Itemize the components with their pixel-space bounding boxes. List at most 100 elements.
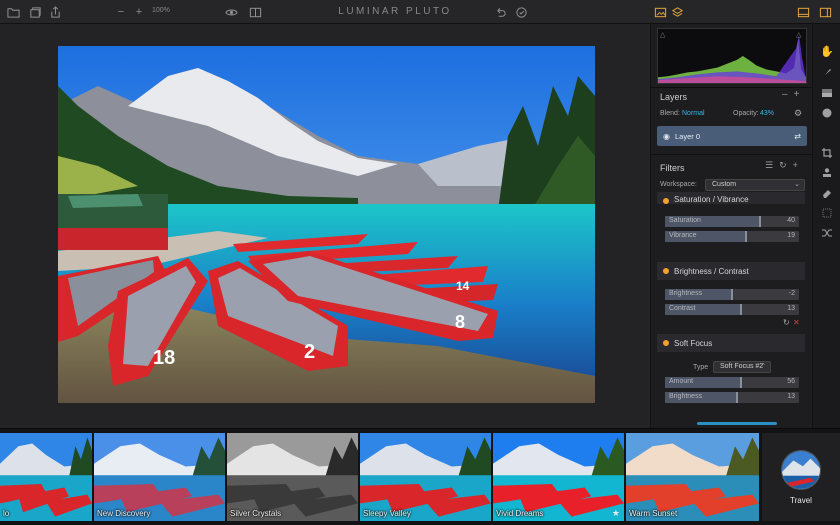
preset-thumbnail[interactable]: lo — [0, 433, 92, 521]
workspace-value: Custom — [712, 181, 737, 188]
slider-label: Vibrance — [669, 232, 697, 239]
opacity-label: Opacity: — [733, 110, 759, 117]
crop-tool-icon[interactable] — [820, 146, 834, 160]
type-value: Soft Focus #2 — [720, 363, 764, 370]
photo-preview[interactable]: 18 2 8 14 — [58, 46, 595, 403]
top-toolbar: − + 100% LUMINAR PLUTO — [0, 0, 840, 24]
sidebar-toggle-icon[interactable] — [818, 5, 832, 19]
brightness-slider[interactable]: Brightness -2 — [665, 289, 799, 300]
preset-thumbnail[interactable]: Vivid Dreams ★ — [493, 433, 624, 521]
filter-title: Soft Focus — [674, 338, 713, 348]
filters-actions: ☰ ↻ + — [765, 160, 798, 171]
preset-label: Vivid Dreams — [496, 509, 544, 518]
hand-tool-icon[interactable]: ✋ — [820, 44, 834, 58]
panel-toggle-icon[interactable] — [796, 5, 810, 19]
slider-label: Brightness — [669, 393, 703, 400]
open-folder-icon[interactable] — [6, 5, 20, 19]
soft-focus-type-select[interactable]: Soft Focus #2 ⌃ — [713, 361, 771, 373]
filter-brightness-contrast[interactable]: Brightness / Contrast — [657, 262, 805, 280]
svg-text:△: △ — [660, 31, 666, 39]
layers-toggle-icon[interactable] — [670, 5, 684, 19]
gradient-tool-icon[interactable] — [820, 86, 834, 100]
filter-soft-focus[interactable]: Soft Focus — [657, 334, 805, 352]
filter-title: Brightness / Contrast — [674, 266, 749, 276]
opacity-value[interactable]: 43% — [760, 110, 774, 117]
slider-knob[interactable] — [745, 231, 748, 242]
thumbnail-image — [227, 433, 358, 521]
preset-label: Silver Crystals — [230, 509, 282, 518]
panel-scrollbar[interactable] — [697, 422, 777, 425]
layer-name: Layer 0 — [674, 131, 701, 141]
vibrance-slider[interactable]: Vibrance 19 — [665, 231, 799, 242]
noise-tool-icon[interactable] — [820, 206, 834, 220]
visibility-eye-icon[interactable]: ◉ — [663, 132, 670, 141]
slider-knob[interactable] — [740, 304, 743, 315]
presets-list-icon[interactable]: ☰ — [765, 160, 773, 171]
adjustments-panel: △ △ Layers – + Blend: Normal Opacity: 43… — [650, 24, 813, 428]
preset-thumbnail[interactable]: Warm Sunset — [626, 433, 759, 521]
slider-knob[interactable] — [730, 289, 733, 300]
thumbnail-image — [0, 433, 92, 521]
batch-icon[interactable] — [28, 5, 42, 19]
slider-value: 56 — [787, 378, 795, 385]
chevron-down-icon: ⌄ — [794, 181, 800, 188]
preset-category-travel[interactable]: Travel — [762, 433, 840, 521]
filter-active-dot — [663, 198, 669, 204]
preset-label: New Discovery — [97, 509, 151, 518]
svg-text:18: 18 — [153, 347, 175, 369]
blend-mode-value[interactable]: Normal — [682, 110, 705, 117]
remove-filter-icon[interactable]: ✕ — [793, 318, 800, 327]
brush-tool-icon[interactable] — [820, 66, 834, 80]
thumbnail-image — [626, 433, 759, 521]
transform-tool-icon[interactable] — [820, 226, 834, 240]
add-layer-icon[interactable]: + — [794, 89, 800, 100]
preview-eye-icon[interactable] — [224, 5, 238, 19]
chevron-down-icon: ⌃ — [760, 363, 766, 370]
type-label: Type — [693, 364, 709, 371]
zoom-level[interactable]: 100% — [152, 7, 170, 14]
thumbnail-image — [94, 433, 225, 521]
favorite-star-icon[interactable]: ★ — [612, 508, 620, 519]
image-canvas[interactable]: 18 2 8 14 — [0, 24, 650, 428]
slider-knob[interactable] — [758, 216, 761, 227]
layer-options-icon[interactable]: ⇄ — [794, 132, 801, 141]
layers-actions: – + — [782, 89, 799, 100]
presets-filmstrip: lo New Discovery Silver Crystals Sleepy … — [0, 428, 840, 525]
filter-active-dot — [663, 268, 669, 274]
filter-active-dot — [663, 340, 669, 346]
add-filter-icon[interactable]: + — [793, 160, 798, 171]
history-icon[interactable] — [514, 5, 528, 19]
category-label: Travel — [790, 495, 812, 505]
zoom-in-icon[interactable]: + — [132, 5, 146, 19]
zoom-out-icon[interactable]: − — [114, 5, 128, 19]
filter-saturation-vibrance[interactable]: Saturation / Vibrance — [657, 192, 805, 204]
radial-tool-icon[interactable] — [820, 106, 834, 120]
category-thumbnail — [781, 449, 821, 490]
svg-text:2: 2 — [304, 341, 315, 363]
thumbnail-image — [493, 433, 624, 521]
layer-settings-gear-icon[interactable]: ⚙ — [794, 108, 802, 119]
preset-label: Warm Sunset — [629, 509, 678, 518]
slider-label: Brightness — [669, 290, 703, 297]
presets-icon[interactable] — [653, 5, 667, 19]
preset-thumbnail[interactable]: New Discovery — [94, 433, 225, 521]
share-icon[interactable] — [48, 5, 62, 19]
saturation-slider[interactable]: Saturation 40 — [665, 216, 799, 227]
refresh-filters-icon[interactable]: ↻ — [779, 160, 787, 171]
layer-item[interactable]: ◉ Layer 0 ⇄ — [657, 126, 807, 146]
workspace-select[interactable]: Custom ⌄ — [705, 179, 805, 191]
compare-icon[interactable] — [248, 5, 262, 19]
clone-stamp-icon[interactable] — [820, 166, 834, 180]
amount-slider[interactable]: Amount 56 — [665, 377, 799, 388]
eraser-tool-icon[interactable] — [820, 186, 834, 200]
slider-knob[interactable] — [740, 377, 743, 388]
layers-title: Layers — [660, 92, 688, 102]
reset-filter-icon[interactable]: ↻ — [783, 318, 790, 327]
collapse-icon[interactable]: – — [782, 89, 788, 100]
contrast-slider[interactable]: Contrast 13 — [665, 304, 799, 315]
slider-knob[interactable] — [736, 392, 739, 403]
preset-thumbnail[interactable]: Sleepy Valley — [360, 433, 491, 521]
preset-thumbnail[interactable]: Silver Crystals — [227, 433, 358, 521]
undo-icon[interactable] — [493, 5, 507, 19]
soft-focus-brightness-slider[interactable]: Brightness 13 — [665, 392, 799, 403]
